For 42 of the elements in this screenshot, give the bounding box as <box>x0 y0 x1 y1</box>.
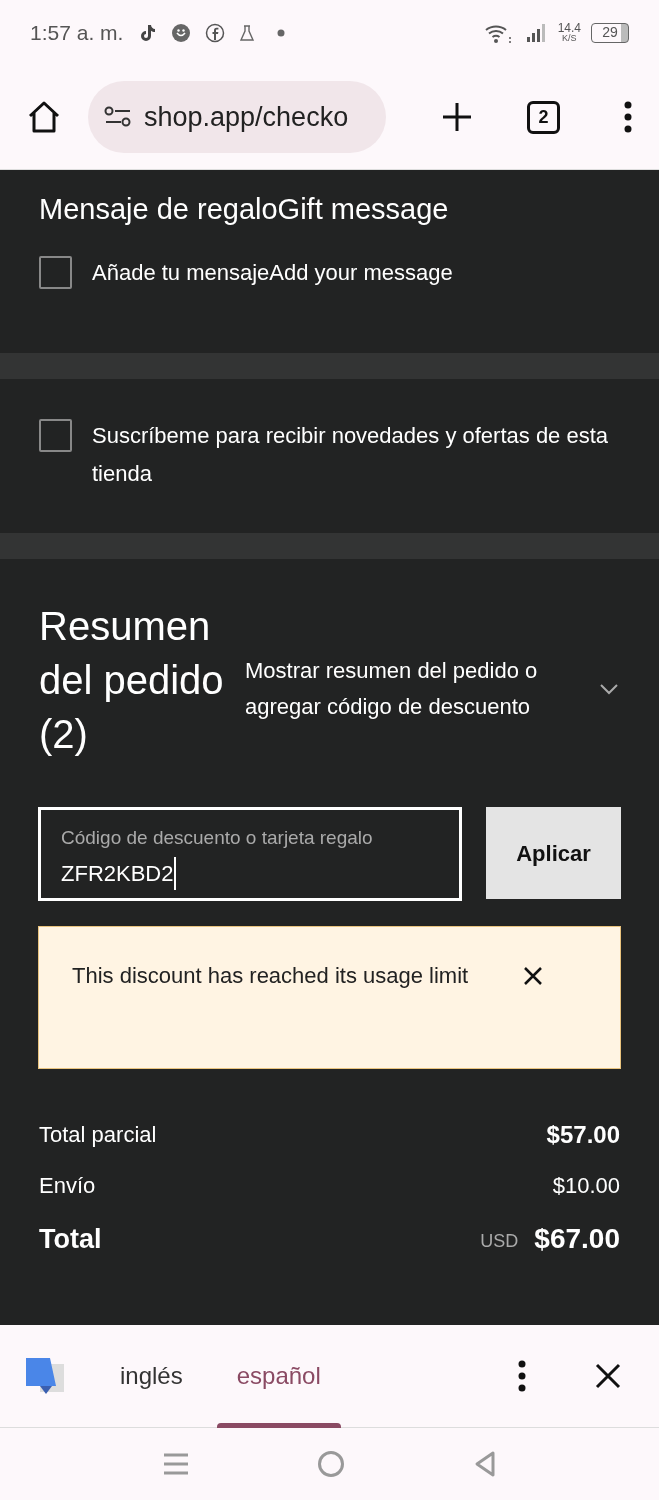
currency-code: USD <box>480 1229 519 1253</box>
total-label: Total parcial <box>39 1121 158 1149</box>
translate-icon <box>24 1356 66 1396</box>
network-speed: 14.4 <box>557 22 581 34</box>
language-tab[interactable]: español <box>212 1324 345 1428</box>
total-label: Total <box>39 1222 103 1256</box>
menu-icon[interactable] <box>162 1452 189 1476</box>
site-settings-icon[interactable] <box>104 105 132 129</box>
checkbox[interactable] <box>39 255 72 289</box>
chevron-icon <box>598 682 620 696</box>
alert-message: This discount has reached its usage limit <box>72 962 470 990</box>
signal-icon <box>525 22 548 43</box>
close-icon[interactable] <box>595 1363 621 1389</box>
total-value: $67.00 <box>534 1222 620 1256</box>
dot-icon <box>277 28 286 37</box>
checkbox-label: Suscríbeme para recibir novedades y ofertas de esta tienda <box>92 422 610 488</box>
language-tab[interactable]: inglés <box>96 1324 207 1428</box>
checkbox-label: Añade tu mensajeAdd your message <box>92 258 453 287</box>
tab-count-button[interactable]: 2 <box>527 100 560 134</box>
network-speed-unit: K/S <box>562 34 577 43</box>
discount-code-field[interactable]: Código de descuento o tarjeta regalo ZFR2KBD2 <box>38 807 462 901</box>
smiley-icon <box>171 22 192 43</box>
status-time: 1:57 a. m. <box>30 19 124 46</box>
total-value: $10.00 <box>552 1172 620 1200</box>
summary-toggle[interactable]: Mostrar resumen del pedido o agregar código de descuento <box>245 653 620 725</box>
apply-button[interactable]: Aplicar <box>486 807 621 899</box>
checkbox[interactable] <box>39 419 72 452</box>
total-label: Envío <box>39 1172 97 1200</box>
more-icon[interactable] <box>517 1360 527 1392</box>
flask-icon <box>239 23 256 42</box>
home-icon[interactable] <box>26 99 62 135</box>
f-circle-icon <box>205 22 226 43</box>
plus-icon[interactable] <box>441 101 473 133</box>
battery-indicator: 29 <box>591 22 629 43</box>
url-text: shop.app/checko <box>144 100 349 134</box>
close-icon[interactable] <box>522 965 544 987</box>
order-summary-heading: Resumen del pedido (2) <box>39 603 225 758</box>
more-icon[interactable] <box>623 101 633 133</box>
home-circle-icon[interactable] <box>316 1450 345 1478</box>
address-bar[interactable]: shop.app/checko <box>88 81 386 153</box>
total-value: $57.00 <box>546 1119 620 1150</box>
section-title: Mensaje de regaloGift message <box>39 192 450 227</box>
